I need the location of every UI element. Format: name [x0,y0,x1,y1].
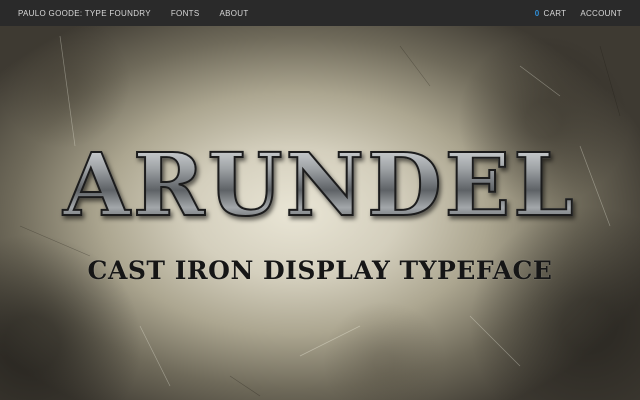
nav-right-group: 0 CART ACCOUNT [535,9,622,18]
brand-link[interactable]: PAULO GOODE: TYPE FOUNDRY [18,9,151,18]
hero-banner: ARUNDEL CAST IRON DISPLAY TYPEFACE [0,26,640,400]
cart-label: CART [543,8,567,18]
cart-link[interactable]: 0 CART [535,9,567,18]
nav-item-fonts[interactable]: FONTS [171,9,200,18]
top-navbar: PAULO GOODE: TYPE FOUNDRY FONTS ABOUT 0C… [0,0,640,26]
nav-left-group: PAULO GOODE: TYPE FOUNDRY FONTS ABOUT [18,9,249,18]
cart-count-badge: 0 [534,8,540,18]
account-link[interactable]: ACCOUNT [580,9,622,18]
font-subtitle: CAST IRON DISPLAY TYPEFACE [87,256,553,285]
nav-item-about[interactable]: ABOUT [219,9,248,18]
font-title: ARUNDEL [0,142,640,230]
